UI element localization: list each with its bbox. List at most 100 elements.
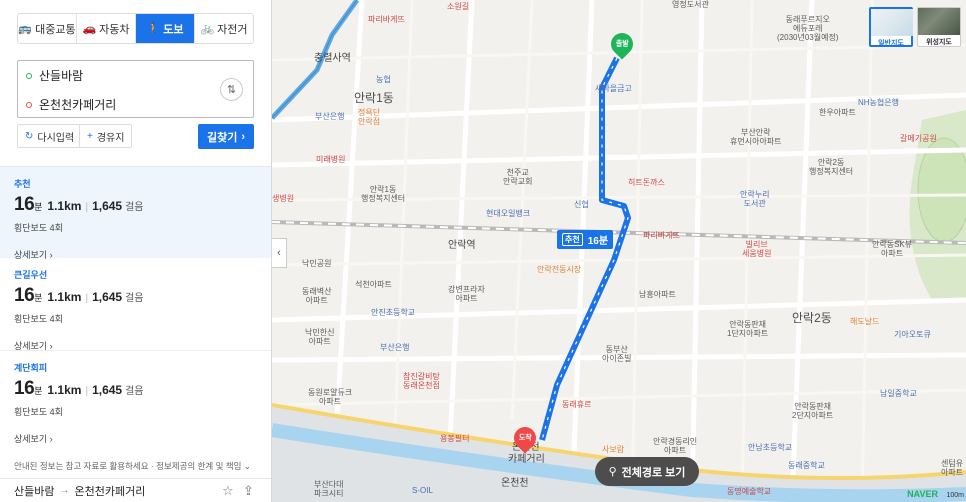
transport-mode-tabs: 🚌 대중교통 🚗 자동차 🚶 도보 🚲 자전거 [17,13,254,44]
refresh-icon: ↻ [25,130,34,142]
map-type-satellite-label: 위성지도 [926,39,952,46]
map-label: 미래병원 [316,155,346,164]
route-option-avoid-stairs[interactable]: 계단회피 16 분 1.1km | 1,645 걸음 횡단보도 4회 상세보기 › [0,351,271,445]
map-label: 생병원 [272,194,295,203]
reset-button[interactable]: ↻ 다시입력 [17,124,83,148]
route-inputs: 산들바람 온천천카페거리 ⇅ [17,60,254,118]
route-details-link[interactable]: 상세보기 › [14,432,257,445]
satellite-map-thumbnail [918,8,960,35]
map-label: 안락1동 행정복지센터 [361,185,406,204]
map-label: 현대오일뱅크 [486,209,531,218]
map-label: 부산은행 [380,343,410,352]
route-steps: 1,645 [92,290,123,304]
route-steps: 1,645 [92,199,123,213]
plus-icon: + [87,130,93,142]
map-label: 소원길 [447,2,470,11]
map-label: 낙민한신 아파트 [305,328,335,347]
map-label: 기아오토큐 [894,330,931,339]
reset-label: 다시입력 [37,132,75,144]
route-option-main-road[interactable]: 큰길우선 16 분 1.1km | 1,645 걸음 횡단보도 4회 상세보기 › [0,258,271,351]
chevron-down-icon: ⌄ [243,461,251,471]
map-label: 안락역 [448,240,476,251]
car-icon: 🚗 [82,23,97,35]
map-label: 한우아파트 [819,108,856,117]
map-label: 천주교 안락교회 [503,168,533,187]
waypoint-button[interactable]: + 경유지 [79,124,133,148]
route-steps: 1,645 [92,383,123,397]
map-label: 동부산 아이존빌 [602,345,632,364]
map-label: 정욕단 안락점 [358,108,381,127]
bicycle-icon: 🚲 [200,23,215,35]
tab-bicycle[interactable]: 🚲 자전거 [195,14,253,43]
map-canvas[interactable]: 파리바게뜨 소원길 영정도서관 동래푸르지오 에듀포레 (2030년03월예정)… [272,0,966,502]
star-icon[interactable]: ☆ [222,483,234,499]
map-label: 부산안락 휴먼시아아파트 [730,128,782,147]
walk-icon: 🚶 [146,23,161,35]
route-minutes-unit: 분 [34,293,43,303]
swap-button[interactable]: ⇅ [220,78,243,101]
chevron-right-icon: › [241,130,246,143]
map-type-satellite-button[interactable]: 위성지도 [917,7,961,47]
route-details-label: 상세보기 [14,434,48,444]
disclaimer-link[interactable]: 안내된 정보는 참고 자료로 활용하세요 · 정보제공의 한계 및 책임 ⌄ [14,460,251,472]
full-route-button[interactable]: ⚲ 전체경로 보기 [595,457,699,486]
share-icon[interactable]: ⇪ [243,483,254,499]
map-label: 빌리브 세움병원 [742,240,772,259]
route-tag: 큰길우선 [14,270,48,280]
route-minutes-unit: 분 [34,386,43,396]
map-label: 센텀유 아파트 [941,459,964,478]
map-label: 안락동판재 2단지아파트 [792,402,834,421]
route-distance: 1.1km [47,290,82,304]
search-route-button[interactable]: 길찾기 › [198,124,254,149]
directions-panel: 🚌 대중교통 🚗 자동차 🚶 도보 🚲 자전거 산들바람 온천천카페거리 ⇅ ↻ 다시입력… [0,0,272,502]
map-label: 동래휴르 [562,400,592,409]
tab-walk[interactable]: 🚶 도보 [136,14,195,43]
map-type-basic-button[interactable]: 일반지도 [869,7,913,47]
tab-transit[interactable]: 🚌 대중교통 [18,14,77,43]
map-label: 히트돈까스 [628,178,665,187]
chevron-left-icon: ‹ [277,247,281,259]
go-label: 길찾기 [206,131,238,144]
map-label: 남일중학교 [880,389,917,398]
search-actions: ↻ 다시입력 + 경유지 길찾기 › [17,124,254,149]
tab-bicycle-label: 자전거 [217,23,248,36]
chevron-right-icon: › [49,434,53,444]
map-label: 안락동SK뷰 아파트 [872,240,913,259]
map-label: 부산다대 파크시티 [314,480,344,499]
origin-dot-icon [26,72,32,79]
route-steps-unit: 걸음 [125,386,144,397]
tab-car[interactable]: 🚗 자동차 [77,14,136,43]
route-crosswalk: 횡단보도 4회 [14,407,63,417]
map-label: 해도날드 [850,317,880,326]
route-time-tag: 추천 [562,233,583,246]
route-footer: 산들바람 → 온천천카페거리 ☆ ⇪ [0,478,271,502]
route-overview-icon: ⚲ [608,466,617,478]
panel-collapse-button[interactable]: ‹ [272,238,287,268]
map-label: 파리바게뜨 [368,15,405,24]
route-option-recommended[interactable]: 추천 16 분 1.1km | 1,645 걸음 횡단보도 4회 상세보기 › [0,166,271,260]
map-label: 농협 [376,75,391,84]
route-crosswalk: 횡단보도 4회 [14,314,63,324]
map-label: 파리바게뜨 [643,231,680,240]
route-minutes-unit: 분 [34,202,43,212]
map-label: S-OIL [412,486,433,495]
route-summary: 16 분 1.1km | 1,645 걸음 [14,285,257,307]
map-label: 참진갈비탕 동래온천점 [403,372,440,391]
route-time-label[interactable]: 추천 16분 [557,230,614,249]
route-steps-unit: 걸음 [125,293,144,304]
map-label: 남흥아파트 [639,290,676,299]
map-label: 신협 [574,200,589,209]
route-minutes: 16 [14,378,35,399]
destination-value: 온천천카페거리 [39,98,117,112]
map-label: 동래푸르지오 에듀포레 (2030년03월예정) [777,15,839,43]
origin-field[interactable]: 산들바람 [18,61,218,90]
map-label: 영정도서관 [672,0,709,9]
full-route-label: 전체경로 보기 [621,466,686,479]
swap-icon: ⇅ [226,84,237,96]
brand-logo: NAVER [907,489,938,499]
destination-field[interactable]: 온천천카페거리 [18,90,218,119]
map-label: 낙민공원 [302,259,332,268]
route-time-value: 16분 [587,236,609,247]
route-distance: 1.1km [47,199,82,213]
route-details-label: 상세보기 [14,341,48,351]
